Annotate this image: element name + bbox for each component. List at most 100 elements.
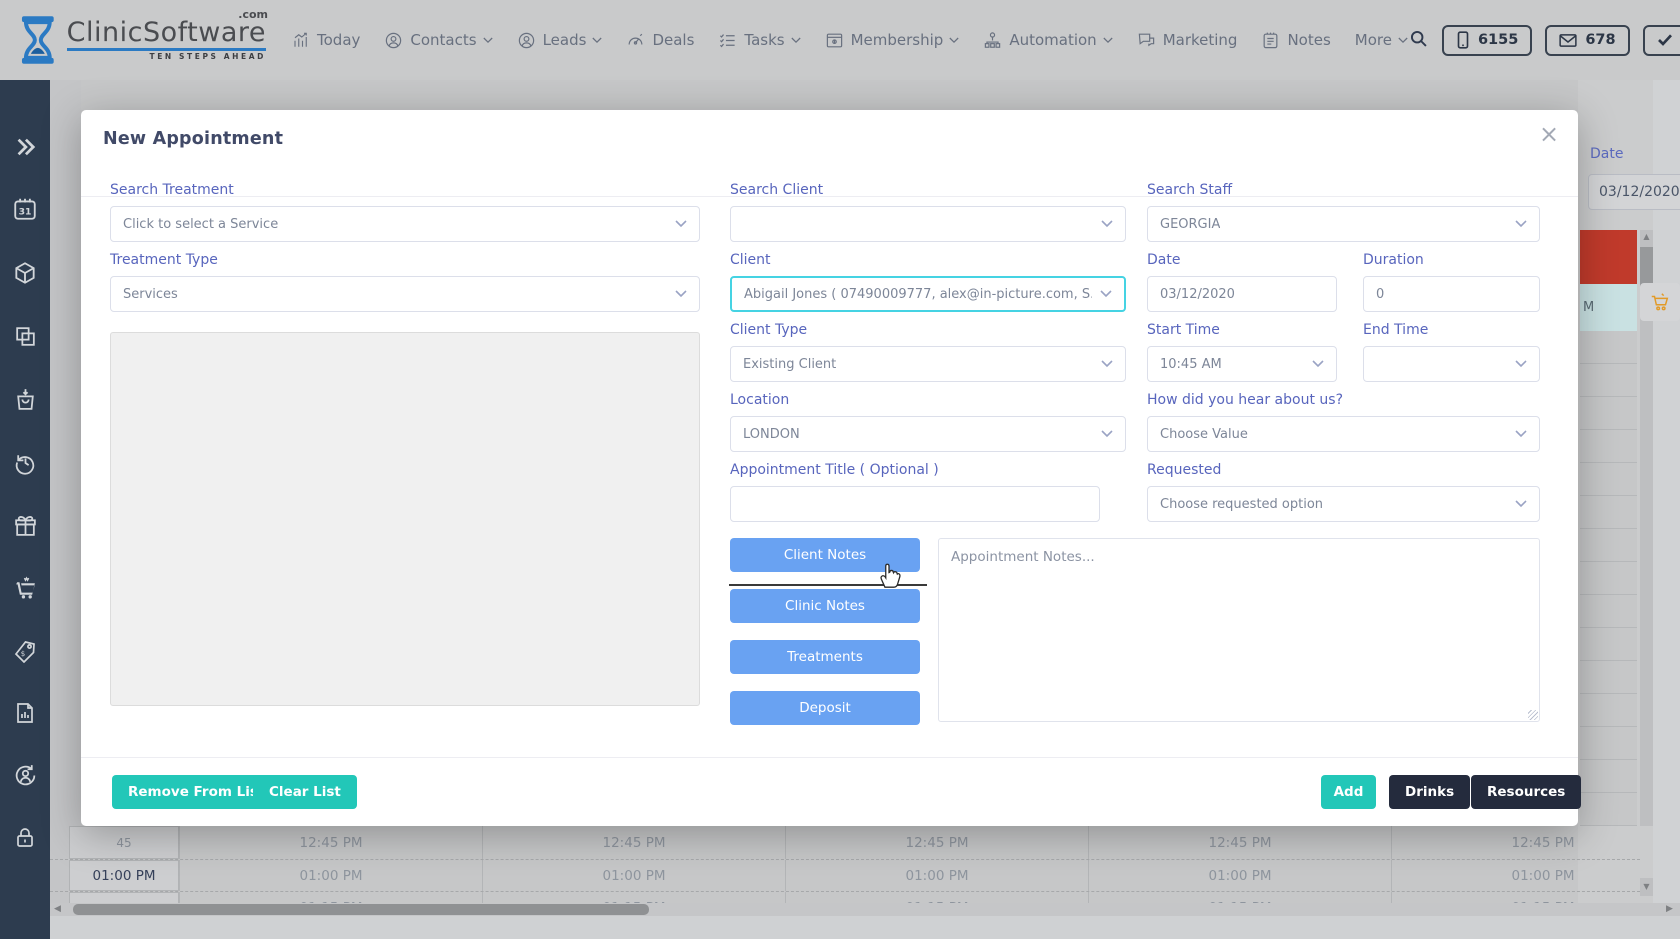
treatment-type-select[interactable]: Services <box>110 276 700 312</box>
horizontal-scrollbar-thumb[interactable] <box>73 904 649 915</box>
location-select[interactable]: LONDON <box>730 416 1126 452</box>
appointment-title-input[interactable] <box>730 486 1100 522</box>
calendar-slot[interactable]: 12:45 PM <box>1088 826 1391 859</box>
nav-item-tasks[interactable]: Tasks <box>718 31 800 50</box>
calendar-slot[interactable]: 01:00 PM <box>179 860 482 891</box>
nav-item-marketing[interactable]: Marketing <box>1137 31 1238 50</box>
scroll-left-arrow-icon[interactable]: ◀ <box>54 903 61 916</box>
calendar-slot[interactable]: 12:45 PM <box>482 826 785 859</box>
clinic-notes-button[interactable]: Clinic Notes <box>730 589 920 623</box>
calendar-slot[interactable]: 01:00 PM <box>785 860 1088 891</box>
shopping-bag-icon[interactable] <box>13 387 38 412</box>
modal-title: New Appointment <box>103 129 283 149</box>
calendar-date-input[interactable]: 03/12/2020 <box>1588 174 1680 210</box>
nav-item-more[interactable]: More <box>1355 31 1408 49</box>
calendar-slot[interactable]: 01:00 PM <box>482 860 785 891</box>
deposit-button[interactable]: Deposit <box>730 691 920 725</box>
appointment-title-label: Appointment Title ( Optional ) <box>730 462 939 478</box>
mail-counter-badge[interactable]: 678 <box>1545 25 1629 56</box>
resources-button[interactable]: Resources <box>1471 775 1581 809</box>
treatments-button[interactable]: Treatments <box>730 640 920 674</box>
calendar-slot[interactable]: 01:15 PM <box>785 892 1088 903</box>
svg-text:31: 31 <box>19 206 32 217</box>
double-chevrons-icon[interactable] <box>12 136 38 158</box>
nav-item-leads[interactable]: Leads <box>517 31 603 50</box>
calendar-date-label: Date <box>1590 146 1623 162</box>
hear-about-select[interactable]: Choose Value <box>1147 416 1540 452</box>
appointment-block-text: M <box>1583 300 1594 315</box>
cart-button[interactable] <box>1640 283 1680 321</box>
background-bottom-strip <box>50 916 1680 939</box>
calendar-grid-strip <box>1580 331 1637 826</box>
add-button[interactable]: Add <box>1321 775 1376 809</box>
report-icon[interactable] <box>13 701 37 725</box>
date-input[interactable]: 03/12/2020 <box>1147 276 1337 312</box>
time-gutter-cell: 45 <box>69 826 179 859</box>
start-time-select[interactable]: 10:45 AM <box>1147 346 1337 382</box>
phone-counter-badge[interactable]: 6155 <box>1442 25 1532 56</box>
requested-select[interactable]: Choose requested option <box>1147 486 1540 522</box>
end-time-select[interactable] <box>1363 346 1540 382</box>
search-staff-select[interactable]: GEORGIA <box>1147 206 1540 242</box>
tasks-counter-badge[interactable]: 41 <box>1643 25 1680 56</box>
close-icon[interactable]: × <box>1539 122 1559 146</box>
logo-tld: .com <box>238 9 268 20</box>
history-icon[interactable] <box>13 450 38 475</box>
calendar-slot[interactable]: 01:00 PM <box>1391 860 1640 891</box>
calendar-slot[interactable]: 01:15 PM <box>482 892 785 903</box>
cube-icon[interactable] <box>12 260 38 286</box>
search-treatment-select[interactable]: Click to select a Service <box>110 206 700 242</box>
nav-item-today[interactable]: Today <box>292 31 360 49</box>
search-treatment-label: Search Treatment <box>110 182 234 198</box>
app-logo[interactable]: ClinicSoftware .com TEN STEPS AHEAD <box>18 14 266 66</box>
logo-title: ClinicSoftware <box>67 19 266 46</box>
nav-item-automation[interactable]: Automation <box>983 31 1112 50</box>
client-select[interactable]: Abigail Jones ( 07490009777, alex@in-pic… <box>730 276 1126 312</box>
calendar-slot[interactable]: 01:15 PM <box>1391 892 1640 903</box>
calendar-slot[interactable]: 01:00 PM <box>1088 860 1391 891</box>
calendar-slot[interactable]: 01:15 PM <box>1088 892 1391 903</box>
calendar-slot[interactable]: 12:45 PM <box>785 826 1088 859</box>
drinks-button[interactable]: Drinks <box>1389 775 1470 809</box>
date-label: Date <box>1147 252 1180 268</box>
scroll-down-arrow-icon[interactable]: ▼ <box>1640 878 1653 896</box>
calendar-icon[interactable]: 31 <box>12 196 38 222</box>
client-notes-button[interactable]: Client Notes <box>730 538 920 572</box>
duration-label: Duration <box>1363 252 1424 268</box>
appointment-block-red[interactable] <box>1580 230 1637 284</box>
lock-icon[interactable] <box>13 826 37 850</box>
nav-item-notes[interactable]: Notes <box>1261 31 1330 50</box>
calendar-slot[interactable]: 12:45 PM <box>1391 826 1640 859</box>
nav-item-membership[interactable]: Membership <box>825 31 960 50</box>
search-treatment-value: Click to select a Service <box>123 217 278 232</box>
treatment-list-box[interactable] <box>110 332 700 706</box>
price-tag-icon[interactable]: $ <box>13 639 37 663</box>
modal-header-divider <box>81 196 1578 197</box>
client-type-select[interactable]: Existing Client <box>730 346 1126 382</box>
chevron-down-icon <box>483 37 493 44</box>
user-sync-icon[interactable] <box>13 763 38 788</box>
calendar-slot[interactable]: 12:45 PM <box>179 826 482 859</box>
scroll-right-arrow-icon[interactable]: ▶ <box>1666 903 1673 916</box>
copy-icon[interactable] <box>13 324 38 349</box>
clear-list-button[interactable]: Clear List <box>253 775 357 809</box>
chevron-down-icon <box>592 37 602 44</box>
time-gutter-cell: 15 <box>69 892 179 903</box>
calendar-slot[interactable]: 01:15 PM <box>179 892 482 903</box>
scroll-up-arrow-icon[interactable]: ▲ <box>1640 232 1653 241</box>
search-client-select[interactable] <box>730 206 1126 242</box>
nav-item-deals[interactable]: Deals <box>626 31 694 50</box>
cart-sidebar-icon[interactable] <box>13 576 38 601</box>
search-button[interactable] <box>1408 28 1429 53</box>
appointment-block-teal[interactable]: M <box>1580 284 1637 331</box>
mail-count: 678 <box>1585 32 1615 48</box>
treatment-type-value: Services <box>123 287 178 302</box>
chevron-down-icon <box>1515 500 1527 508</box>
appointment-notes-textarea[interactable] <box>938 538 1540 722</box>
chevron-down-icon <box>1515 430 1527 438</box>
logo-rule <box>67 48 266 51</box>
duration-input[interactable]: 0 <box>1363 276 1540 312</box>
nav-item-contacts[interactable]: Contacts <box>384 31 492 50</box>
gift-icon[interactable] <box>13 513 38 538</box>
calendar-row: 01:00 PM 01:00 PM 01:00 PM 01:00 PM 01:0… <box>50 859 1640 891</box>
